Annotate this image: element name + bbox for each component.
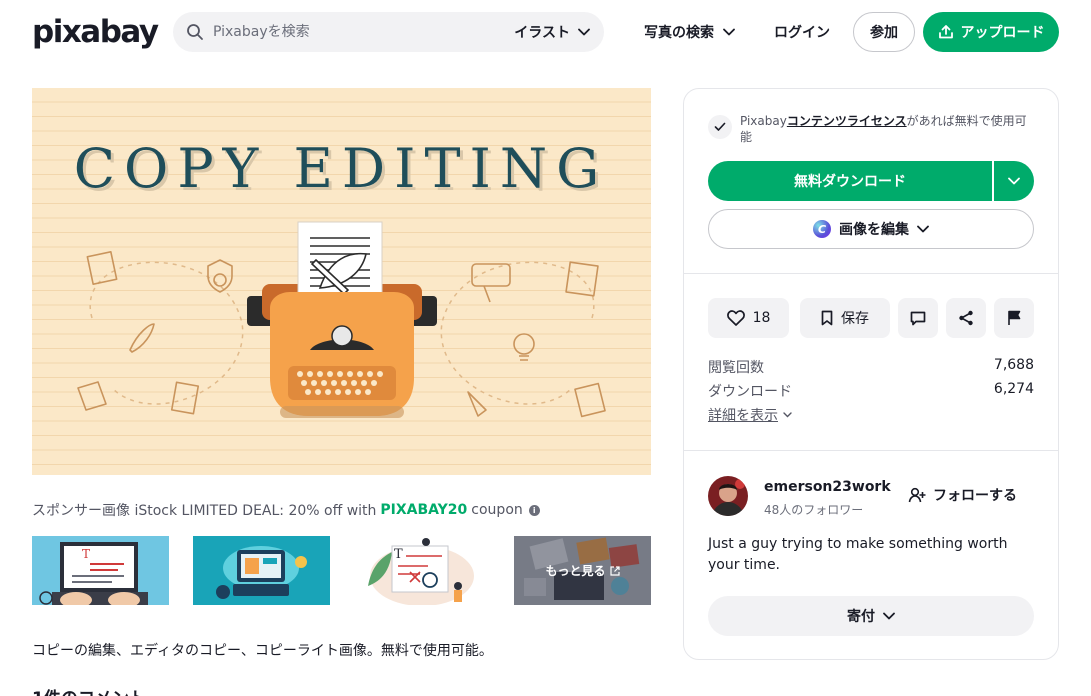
search-input[interactable] — [213, 12, 493, 52]
search-bar: イラスト — [173, 12, 604, 52]
follow-label: フォローする — [933, 488, 1017, 504]
download-options-button[interactable] — [994, 161, 1034, 201]
sponsor-thumbnail[interactable] — [193, 536, 330, 605]
join-button[interactable]: 参加 — [853, 12, 915, 52]
chevron-down-icon — [783, 412, 792, 418]
stat-value: 6,274 — [993, 381, 1034, 397]
explore-menu-label: 写真の検索 — [644, 25, 714, 41]
explore-menu[interactable]: 写真の検索 — [644, 12, 735, 52]
add-user-icon — [908, 487, 926, 503]
chevron-down-icon — [723, 28, 735, 36]
sponsor-line: スポンサー画像 iStock LIMITED DEAL: 20% off wit… — [32, 500, 540, 520]
more-images-overlay: もっと見る — [514, 536, 651, 605]
bookmark-icon — [821, 310, 833, 326]
sponsor-thumbnail[interactable]: T — [32, 536, 169, 605]
upload-icon — [938, 25, 953, 39]
divider — [684, 450, 1058, 451]
comments-heading: 1件のコメント — [32, 684, 146, 696]
stat-row: 閲覧回数 7,688 — [708, 357, 1034, 377]
divider — [684, 273, 1058, 274]
like-count: 18 — [752, 310, 771, 326]
donate-label: 寄付 — [847, 609, 875, 625]
pixabay-logo[interactable]: pixabay — [32, 12, 159, 52]
show-details-label: 詳細を表示 — [708, 408, 778, 424]
chevron-down-icon — [917, 225, 929, 233]
show-details-link[interactable]: 詳細を表示 — [708, 405, 792, 425]
comment-button[interactable] — [898, 298, 938, 338]
share-icon — [959, 310, 973, 326]
username[interactable]: emerson23work — [764, 479, 891, 495]
svg-text:T: T — [394, 547, 403, 562]
search-type-label: イラスト — [514, 25, 570, 41]
search-icon — [187, 24, 203, 40]
upload-button-label: アップロード — [960, 25, 1045, 41]
chevron-down-icon — [578, 28, 590, 36]
sponsor-suffix: coupon — [471, 502, 523, 518]
chevron-down-icon — [1008, 177, 1020, 185]
free-download-button[interactable]: 無料ダウンロード — [708, 161, 992, 201]
chevron-down-icon — [883, 612, 895, 620]
main-image[interactable]: COPY EDITING COPY EDITING — [32, 88, 651, 475]
stat-label: 閲覧回数 — [708, 360, 764, 376]
action-bar: 18 保存 — [708, 298, 1034, 338]
license-prefix: Pixabay — [740, 114, 787, 128]
follower-count: 48人のフォロワー — [764, 503, 864, 517]
license-notice: Pixabayコンテンツライセンスがあれば無料で使用可能 — [708, 113, 1036, 145]
stat-row: ダウンロード 6,274 — [708, 381, 1034, 401]
info-icon[interactable]: i — [528, 504, 540, 516]
sponsor-thumbnail[interactable]: T — [354, 536, 491, 605]
upload-button[interactable]: アップロード — [923, 12, 1059, 52]
svg-text:T: T — [82, 547, 90, 561]
download-sidebar: Pixabayコンテンツライセンスがあれば無料で使用可能 無料ダウンロード C … — [683, 88, 1059, 660]
login-link[interactable]: ログイン — [774, 12, 830, 52]
stat-value: 7,688 — [993, 357, 1034, 373]
license-text: Pixabayコンテンツライセンスがあれば無料で使用可能 — [740, 113, 1036, 145]
external-link-icon — [609, 565, 620, 576]
check-icon — [708, 115, 732, 139]
sponsor-prefix: スポンサー画像 iStock LIMITED DEAL: 20% off wit… — [32, 503, 377, 519]
search-type-dropdown[interactable]: イラスト — [514, 12, 590, 52]
user-bio: Just a guy trying to make something wort… — [708, 536, 1008, 573]
flag-icon — [1008, 310, 1021, 325]
more-images-label: もっと見る — [545, 564, 606, 578]
heart-icon — [726, 310, 745, 326]
comment-icon — [910, 311, 926, 325]
stat-label: ダウンロード — [708, 384, 792, 400]
content-license-link[interactable]: コンテンツライセンス — [787, 114, 907, 128]
edit-image-button[interactable]: C 画像を編集 — [708, 209, 1034, 249]
more-sponsor-images[interactable]: もっと見る — [514, 536, 651, 605]
image-description: コピーの編集、エディタのコピー、コピーライト画像。無料で使用可能。 — [32, 643, 493, 659]
copy-editing-illustration: COPY EDITING COPY EDITING — [32, 88, 651, 475]
sponsor-thumbnails: T T もっと見る — [32, 536, 651, 605]
like-button[interactable]: 18 — [708, 298, 789, 338]
canva-icon: C — [813, 220, 831, 238]
save-button[interactable]: 保存 — [800, 298, 890, 338]
avatar[interactable] — [708, 476, 748, 516]
donate-button[interactable]: 寄付 — [708, 596, 1034, 636]
edit-image-label: 画像を編集 — [839, 222, 909, 238]
illustration-title: COPY EDITING — [74, 137, 609, 200]
save-label: 保存 — [841, 311, 869, 327]
coupon-code: PIXABAY20 — [380, 502, 468, 518]
share-button[interactable] — [946, 298, 986, 338]
site-header: pixabay イラスト 写真の検索 ログイン 参加 アップロード — [0, 0, 1091, 64]
report-button[interactable] — [994, 298, 1034, 338]
follow-button[interactable]: フォローする — [908, 485, 1017, 505]
